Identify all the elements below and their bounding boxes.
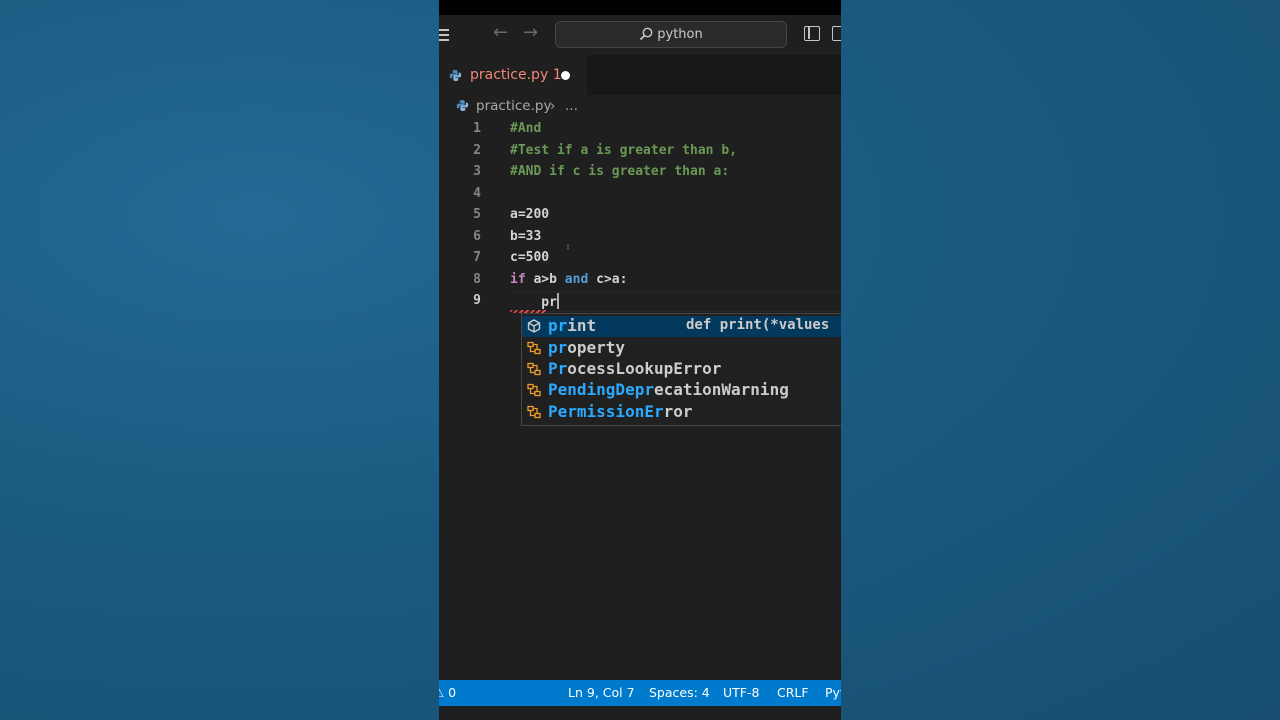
- breadcrumb-symbols[interactable]: ...: [565, 98, 578, 114]
- suggestion-item[interactable]: property: [522, 338, 841, 359]
- code-text: c=500: [510, 250, 550, 265]
- keyword-and: and: [564, 272, 589, 287]
- problems-status[interactable]: ⚠ 0: [439, 685, 456, 700]
- line-number: 5: [473, 207, 481, 222]
- forward-arrow-icon[interactable]: →: [523, 23, 538, 43]
- python-file-icon: [456, 100, 469, 111]
- tab-practice-py[interactable]: practice.py 1: [439, 55, 587, 96]
- suggestion-item[interactable]: PermissionError: [522, 402, 841, 423]
- line-number: 3: [473, 164, 481, 179]
- code-line: 6 b=33: [439, 227, 841, 248]
- cursor-position-status[interactable]: Ln 9, Col 7: [568, 685, 635, 700]
- back-arrow-icon[interactable]: ←: [493, 23, 508, 43]
- class-icon: [527, 405, 541, 419]
- status-bar: ⚠ 0 Ln 9, Col 7 Spaces: 4 UTF-8 CRLF Pyt…: [439, 680, 841, 706]
- code-text: pr: [510, 293, 559, 310]
- code-line: 8 if a>b and c>a:: [439, 270, 841, 291]
- eol-status[interactable]: CRLF: [777, 685, 809, 700]
- breadcrumb-file[interactable]: practice.py: [476, 98, 551, 114]
- line-number: 9: [473, 293, 481, 308]
- code-line: 5 a=200: [439, 205, 841, 226]
- code-text: b=33: [510, 229, 542, 244]
- tab-label: practice.py 1: [470, 67, 562, 83]
- mouse-ibeam-icon: [567, 244, 569, 250]
- breadcrumb-separator: ›: [550, 98, 556, 114]
- code-text: a=200: [510, 207, 550, 222]
- line-number: 1: [473, 121, 481, 136]
- suggestion-detail: def print(*values: [686, 317, 830, 333]
- code-line: 2 #Test if a is greater than b,: [439, 141, 841, 162]
- line-number: 7: [473, 250, 481, 265]
- class-icon: [527, 362, 541, 376]
- code-text: #And: [510, 121, 542, 136]
- cube-icon: [527, 319, 541, 333]
- line-number: 8: [473, 272, 481, 287]
- line-number: 2: [473, 143, 481, 158]
- language-mode-status[interactable]: Python: [825, 685, 841, 700]
- code-line: 1 #And: [439, 119, 841, 140]
- class-icon: [527, 341, 541, 355]
- search-text: python: [657, 27, 703, 42]
- line-number: 6: [473, 229, 481, 244]
- unsaved-indicator-icon[interactable]: [561, 71, 570, 80]
- keyword-if: if: [510, 272, 526, 287]
- code-line: 7 c=500: [439, 248, 841, 269]
- bottom-bezel: [439, 706, 841, 720]
- search-icon: [640, 27, 653, 41]
- autocomplete-suggestions: print def print(*values property Process…: [521, 313, 841, 426]
- breadcrumb: practice.py › ...: [439, 95, 841, 119]
- top-bezel: [439, 0, 841, 15]
- suggestion-item[interactable]: ProcessLookupError: [522, 359, 841, 380]
- text-cursor: [556, 293, 559, 309]
- suggestion-item[interactable]: print def print(*values: [522, 316, 841, 337]
- command-center-search[interactable]: python: [555, 21, 787, 48]
- class-icon: [527, 383, 541, 397]
- indentation-status[interactable]: Spaces: 4: [649, 685, 710, 700]
- toggle-sidebar-icon[interactable]: [804, 26, 820, 41]
- code-line: 3 #AND if c is greater than a:: [439, 162, 841, 183]
- code-line-active: 9 pr: [439, 291, 841, 313]
- toggle-panel-icon[interactable]: [832, 26, 841, 41]
- vscode-window: ← → python practice.py 1 practice.py › .…: [439, 0, 841, 720]
- line-number: 4: [473, 186, 481, 201]
- encoding-status[interactable]: UTF-8: [723, 685, 759, 700]
- code-text: #AND if c is greater than a:: [510, 164, 730, 179]
- title-bar: ← → python: [439, 15, 841, 55]
- editor-tab-bar: practice.py 1: [439, 55, 841, 96]
- suggestion-item[interactable]: PendingDeprecationWarning: [522, 380, 841, 401]
- code-text: #Test if a is greater than b,: [510, 143, 737, 158]
- code-text: if a>b and c>a:: [510, 272, 628, 287]
- code-line: 4: [439, 184, 841, 205]
- hamburger-menu-icon[interactable]: [439, 29, 449, 41]
- python-file-icon: [449, 70, 462, 81]
